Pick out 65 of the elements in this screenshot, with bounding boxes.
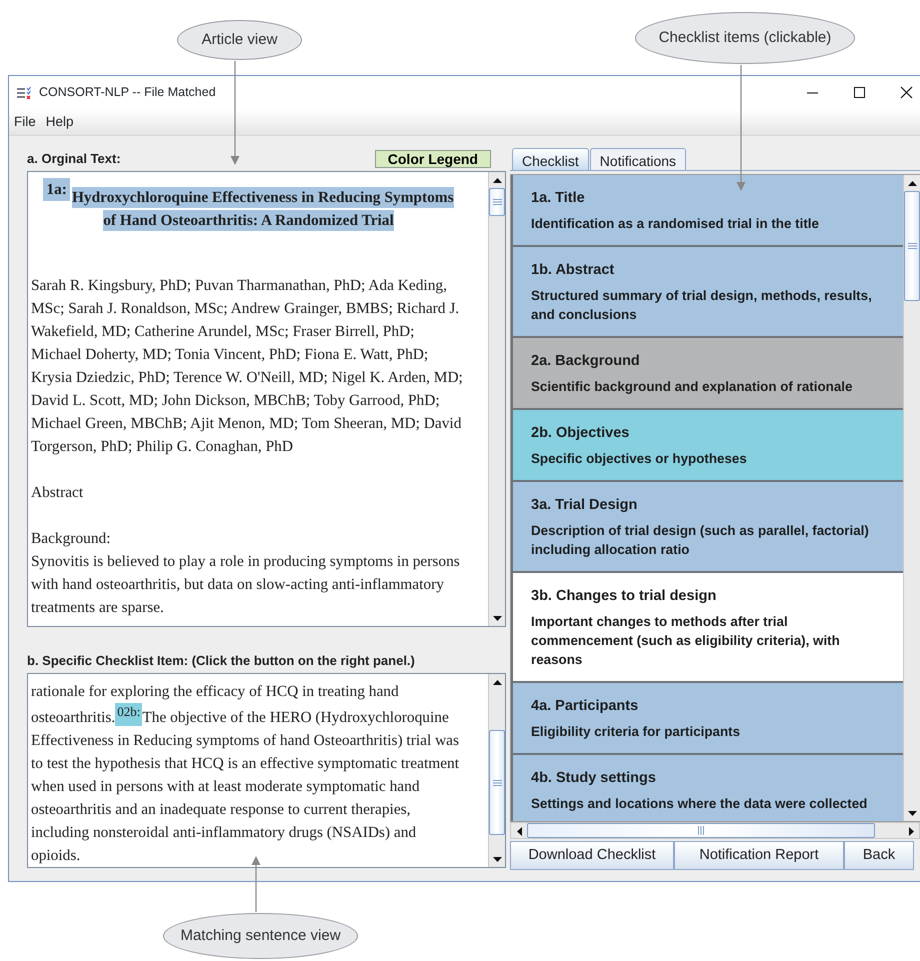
close-icon[interactable]	[898, 85, 915, 100]
checklist-item[interactable]: 3b. Changes to trial design Important changes to methods after trial commencement (such as eligibility criteria), with reasons	[511, 573, 903, 683]
scroll-up-icon[interactable]	[492, 178, 502, 182]
action-button[interactable]: Download Checklist	[510, 841, 674, 870]
paragraph: Synovitis is believed to play a role in producing symptoms in persons with hand osteoarthritis, but data on slow-acting anti-inflammatory treatments are sparse.	[31, 552, 461, 618]
scroll-down-icon[interactable]	[492, 616, 502, 620]
item-description: Settings and locations where the data were collected	[531, 795, 868, 813]
maximize-icon[interactable]	[851, 85, 868, 100]
checklist-item[interactable]: 4b. Study settings Settings and locations where the data were collected	[511, 755, 903, 821]
section-heading: Background:	[31, 529, 112, 549]
paragraph: Abstract	[31, 483, 84, 503]
pointer-arrow	[252, 856, 260, 912]
callout: Matching sentence view	[163, 913, 358, 959]
item-title: 4b. Study settings	[531, 769, 657, 787]
item-description: Description of trial design (such as parallel, factorial) including allocation ratio	[531, 522, 870, 559]
item-description: Important changes to methods after trial commencement (such as eligibility criteria), with reasons	[531, 613, 841, 669]
vertical-scrollbar[interactable]	[903, 175, 920, 821]
callout: Checklist items (clickable)	[635, 12, 855, 64]
scroll-up-icon[interactable]	[908, 180, 916, 186]
item-title: 2a. Background	[531, 352, 641, 370]
section-label: b. Specific Checklist Item: (Click the button on the right panel.)	[27, 652, 415, 670]
menu-item[interactable]: Help	[40, 112, 79, 132]
tab[interactable]: Notifications	[590, 148, 686, 170]
app-icon	[17, 86, 31, 98]
horizontal-scrollbar[interactable]	[510, 822, 920, 839]
vertical-scrollbar[interactable]	[488, 172, 505, 626]
article-title: Hydroxychloroquine Effectiveness in Reducing Symptoms	[72, 187, 454, 208]
paragraph: Sarah R. Kingsbury, PhD; Puvan Tharmanathan, PhD; Ada Keding, MSc; Sarah J. Ronaldson, MSc; Andrew Grainger, BMBS; Richard J. Wakefield, MD; Catherine Arundel, MSc; Fraser Birrell, PhD; Michael Doherty, MD; Tonia Vincent, PhD; Fiona E. Watt, PhD; Krysia Dziedzic, PhD; Terence W. O'Neill, MD; Nigel K. Arden, MD; David L. Scott, MD; John Dickson, MBChB; Toby Garrood, PhD; Michael Green, MBChB; Ajit Menon, MD; Tom Sheeran, MD; David Torgerson, PhD; Philip G. Conaghan, PhD	[31, 276, 464, 457]
item-tag: 1a:	[43, 178, 70, 201]
checklist-item[interactable]: 3a. Trial Design Description of trial design (such as parallel, factorial) including allocation ratio	[511, 482, 903, 573]
scroll-grip-icon	[698, 826, 704, 835]
article-title: of Hand Osteoarthritis: A Randomized Trial	[103, 210, 394, 231]
scroll-down-icon[interactable]	[908, 810, 916, 816]
item-title: 1a. Title	[531, 189, 586, 207]
item-title: 4a. Participants	[531, 697, 640, 715]
checklist-item[interactable]: 1b. Abstract Structured summary of trial design, methods, results, and conclusions	[511, 247, 903, 338]
item-title: 3b. Changes to trial design	[531, 587, 718, 605]
checklist-item[interactable]: 2b. Objectives Specific objectives or hypotheses	[511, 410, 903, 482]
window-title: CONSORT-NLP -- File Matched	[39, 84, 216, 102]
item-description: Specific objectives or hypotheses	[531, 450, 748, 468]
item-description: Scientific background and explanation of rationale	[531, 378, 854, 396]
scroll-grip-icon	[492, 199, 502, 205]
scroll-grip-icon	[492, 780, 502, 786]
section-label: a. Orginal Text:	[27, 150, 121, 168]
item-title: 1b. Abstract	[531, 261, 616, 279]
scroll-down-icon[interactable]	[492, 856, 502, 862]
item-description: Identification as a randomised trial in the title	[531, 215, 820, 233]
menu-item[interactable]: File	[9, 112, 41, 132]
scroll-grip-icon	[908, 243, 916, 249]
action-button[interactable]: Back	[844, 841, 914, 870]
scroll-up-icon[interactable]	[492, 680, 502, 684]
item-title: 3a. Trial Design	[531, 496, 638, 514]
callout: Article view	[177, 20, 302, 60]
checklist-item[interactable]: 2a. Background Scientific background and explanation of rationale	[511, 338, 903, 410]
checklist-item[interactable]: 4a. Participants Eligibility criteria for participants	[511, 683, 903, 755]
scroll-left-icon[interactable]	[516, 826, 522, 836]
action-button[interactable]: Notification Report	[674, 841, 844, 870]
scroll-right-icon[interactable]	[908, 826, 914, 836]
tab[interactable]: Checklist	[512, 148, 589, 170]
item-description: Structured summary of trial design, methods, results, and conclusions	[531, 287, 873, 324]
vertical-scrollbar[interactable]	[488, 674, 505, 867]
item-description: Eligibility criteria for participants	[531, 723, 742, 741]
color-legend-button[interactable]: Color Legend	[374, 150, 491, 168]
item-title: 2b. Objectives	[531, 424, 630, 442]
checklist-item[interactable]: 1a. Title Identification as a randomised trial in the title	[511, 175, 903, 247]
